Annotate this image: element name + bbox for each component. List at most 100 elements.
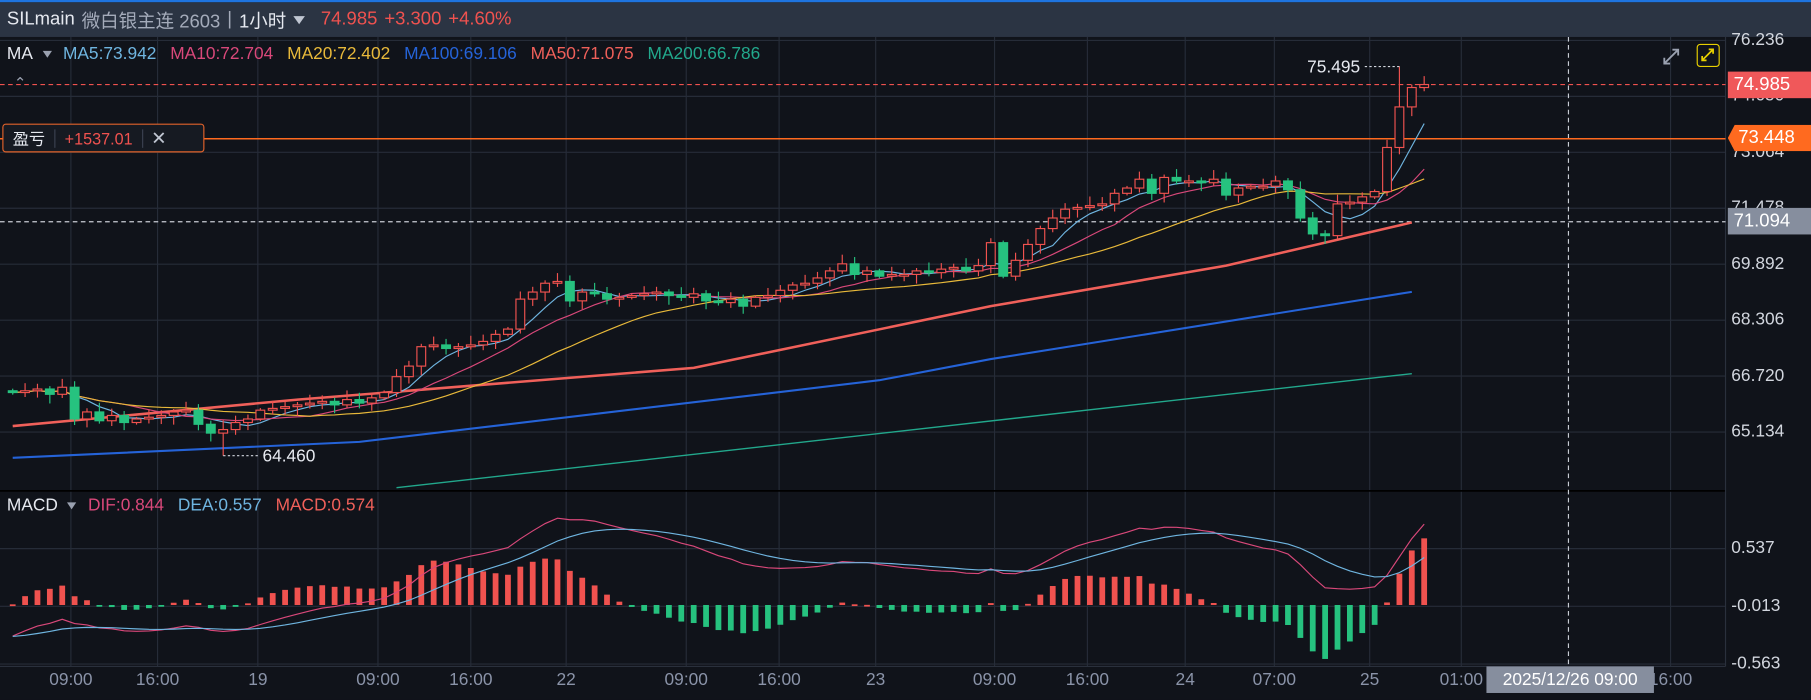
candle-up: [280, 406, 291, 409]
ma200-line: [396, 372, 1412, 489]
crosshair-price-tag: 71.094: [1727, 207, 1811, 235]
macd-indicator-label[interactable]: MACD: [7, 495, 58, 515]
time-axis-label: 16:00: [1065, 669, 1110, 690]
close-icon[interactable]: ✕: [143, 126, 175, 149]
position-price-tag: 73.448: [1727, 124, 1811, 152]
expand-icon[interactable]: [1661, 46, 1682, 67]
candle-up: [614, 296, 625, 300]
macd-histogram-bar: [579, 577, 586, 605]
macd-histogram-bar: [1309, 604, 1316, 652]
time-axis-label: 16:00: [135, 669, 180, 690]
dif-value: DIF:0.844: [87, 495, 165, 516]
macd-histogram-bar: [207, 604, 214, 609]
candle-down: [119, 414, 130, 424]
collapse-icon[interactable]: ⌃: [14, 74, 27, 92]
ma5-line: [12, 123, 1425, 427]
macd-dropdown-icon[interactable]: [67, 501, 77, 509]
fullscreen-icon[interactable]: [1696, 43, 1720, 67]
candle-up: [131, 418, 142, 424]
candle-down: [44, 388, 55, 395]
time-axis-label: 22: [556, 669, 576, 690]
macd-histogram-bar: [1297, 604, 1304, 638]
candle-up: [465, 344, 476, 348]
macd-legend: MACD DIF:0.844 DEA:0.557 MACD:0.574: [7, 495, 389, 515]
ma-indicator-label[interactable]: MA: [7, 44, 33, 64]
macd-histogram-bar: [926, 604, 932, 613]
candle-up: [886, 273, 897, 277]
candlestick-chart[interactable]: 75.495 64.460: [0, 36, 1811, 700]
candle-up: [1060, 208, 1071, 219]
macd-histogram-bar: [529, 561, 536, 605]
pnl-widget[interactable]: 盈亏 +1537.01 ✕: [2, 123, 205, 153]
macd-histogram-bar: [1025, 603, 1031, 606]
macd-histogram-bar: [765, 604, 771, 629]
macd-histogram-bar: [963, 604, 969, 614]
last-price: 74.985: [320, 9, 378, 29]
high-price-marker: 75.495: [1307, 56, 1360, 76]
time-axis-label: 16:00: [757, 669, 801, 690]
macd-histogram-bar: [480, 571, 487, 605]
timeframe-selector[interactable]: 1小时: [239, 6, 286, 34]
macd-axis-label: -0.013: [1731, 595, 1781, 616]
candle-up: [403, 365, 414, 378]
candle-down: [874, 270, 885, 277]
macd-histogram-bar: [1260, 604, 1267, 622]
ma-dropdown-icon[interactable]: [42, 50, 52, 58]
candle-up: [1357, 196, 1368, 203]
macd-histogram-bar: [1408, 550, 1415, 605]
candle-up: [1419, 83, 1430, 89]
macd-histogram-bar: [987, 603, 994, 605]
macd-histogram-bar: [950, 604, 957, 612]
candle-down: [998, 242, 1009, 277]
candle-down: [193, 409, 204, 425]
candle-up: [106, 414, 117, 422]
macd-histogram-bar: [1099, 577, 1106, 605]
time-axis-label: 24: [1175, 669, 1195, 690]
macd-histogram-bar: [133, 604, 140, 610]
macd-histogram-bar: [344, 586, 350, 605]
candle-up: [366, 397, 377, 404]
macd-histogram-bar: [826, 604, 833, 608]
candle-down: [94, 411, 105, 422]
time-axis-label: 09:00: [49, 669, 93, 690]
symbol-header: SILmain 微白银主连 2603 | 1小时 74.985 +3.300 +…: [0, 2, 1811, 37]
macd-histogram-bar: [851, 604, 858, 607]
candle-up: [1270, 180, 1281, 187]
price-change: +3.300: [384, 9, 442, 29]
candle-down: [564, 280, 575, 302]
symbol-code[interactable]: SILmain: [7, 9, 75, 30]
candle-up: [1035, 228, 1046, 246]
macd-histogram-bar: [319, 585, 326, 605]
candle-down: [589, 291, 600, 295]
symbol-name[interactable]: 微白银主连 2603: [82, 6, 221, 34]
macd-histogram-bar: [46, 588, 53, 605]
candle-up: [639, 293, 650, 297]
macd-histogram-bar: [814, 604, 821, 613]
time-axis-label: 09:00: [664, 669, 708, 690]
candle-up: [255, 409, 266, 420]
candle-down: [1283, 180, 1293, 191]
candle-up: [82, 411, 92, 420]
header-separator: |: [227, 9, 233, 29]
candle-up: [1369, 190, 1380, 198]
candle-down: [205, 423, 216, 434]
macd-histogram-bar: [839, 602, 846, 605]
ma10-value: MA10:72.704: [170, 43, 274, 64]
macd-histogram-bar: [59, 585, 66, 605]
candle-up: [1332, 203, 1343, 237]
macd-histogram-bar: [418, 565, 425, 605]
candle-up: [973, 265, 984, 272]
timeframe-dropdown-icon[interactable]: [293, 15, 305, 24]
time-axis-label: 23: [866, 669, 886, 690]
candle-down: [1146, 178, 1157, 194]
macd-histogram-bar: [1334, 604, 1341, 650]
macd-histogram-bar: [492, 573, 499, 605]
macd-histogram-bar: [715, 604, 722, 631]
macd-histogram-bar: [876, 604, 883, 608]
macd-histogram-bar: [121, 604, 128, 610]
candle-up: [527, 291, 538, 300]
ma100-value: MA100:69.106: [404, 43, 517, 64]
macd-histogram-bar: [1322, 604, 1329, 659]
candle-up: [1023, 243, 1033, 261]
candle-up: [1072, 206, 1083, 210]
